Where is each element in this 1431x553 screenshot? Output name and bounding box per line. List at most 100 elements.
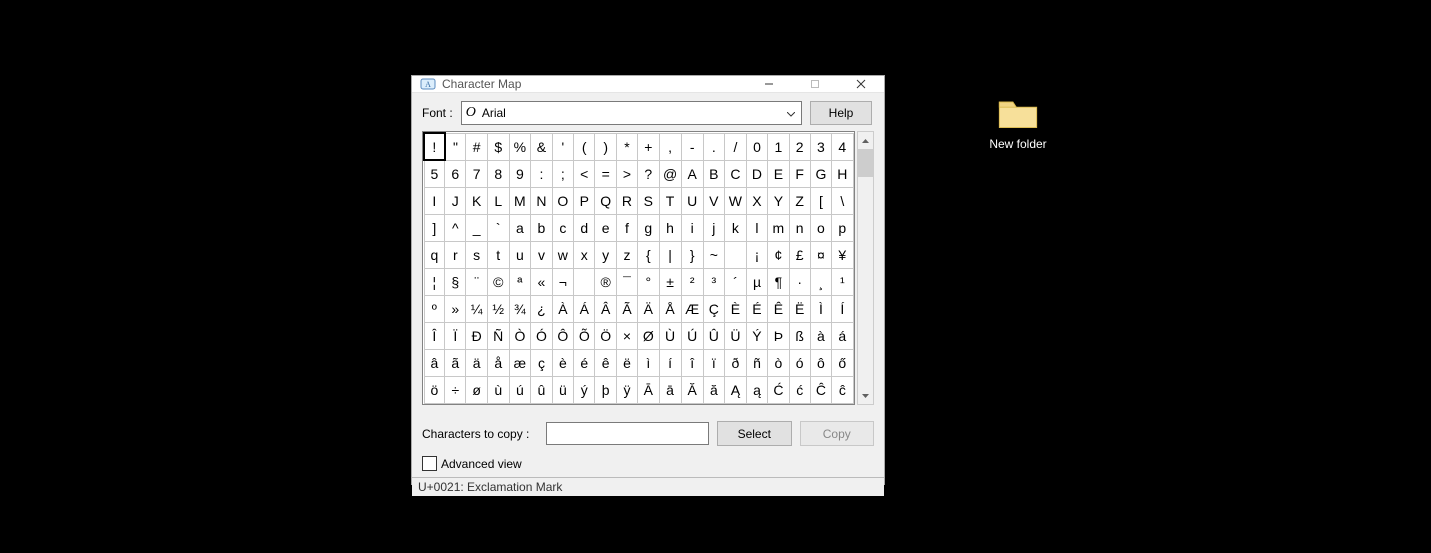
character-cell[interactable]: Ç bbox=[703, 296, 724, 323]
characters-to-copy-input[interactable] bbox=[546, 422, 709, 445]
character-cell[interactable]: ß bbox=[789, 323, 810, 350]
character-cell[interactable]: § bbox=[445, 269, 466, 296]
character-cell[interactable]: è bbox=[552, 350, 573, 377]
character-cell[interactable]: Ă bbox=[681, 377, 703, 404]
scroll-thumb[interactable] bbox=[858, 149, 874, 177]
help-button[interactable]: Help bbox=[810, 101, 872, 125]
character-cell[interactable]: b bbox=[531, 215, 552, 242]
copy-button[interactable]: Copy bbox=[800, 421, 875, 446]
character-cell[interactable]: S bbox=[638, 188, 659, 215]
character-cell[interactable]: ª bbox=[509, 269, 531, 296]
character-cell[interactable]: î bbox=[681, 350, 703, 377]
character-cell[interactable]: } bbox=[681, 242, 703, 269]
character-cell[interactable]: Ą bbox=[724, 377, 746, 404]
character-cell[interactable]: ¾ bbox=[509, 296, 531, 323]
character-cell[interactable]: Ð bbox=[466, 323, 488, 350]
character-cell[interactable]: Ï bbox=[445, 323, 466, 350]
character-cell[interactable]: > bbox=[616, 160, 637, 188]
character-cell[interactable]: M bbox=[509, 188, 531, 215]
character-cell[interactable]: $ bbox=[487, 133, 509, 160]
character-cell[interactable]: ¶ bbox=[768, 269, 790, 296]
maximize-button[interactable] bbox=[792, 76, 838, 92]
character-cell[interactable]: e bbox=[595, 215, 616, 242]
character-cell[interactable]: z bbox=[616, 242, 637, 269]
character-cell[interactable]: J bbox=[445, 188, 466, 215]
character-cell[interactable]: ¯ bbox=[616, 269, 637, 296]
character-cell[interactable]: â bbox=[424, 350, 445, 377]
character-cell[interactable]: ő bbox=[832, 350, 853, 377]
desktop-folder-icon[interactable]: New folder bbox=[980, 97, 1056, 151]
character-cell[interactable]: Q bbox=[595, 188, 616, 215]
character-cell[interactable]: \ bbox=[832, 188, 853, 215]
character-cell[interactable]: Ö bbox=[595, 323, 616, 350]
character-cell[interactable]: ĉ bbox=[832, 377, 853, 404]
character-cell[interactable]: ć bbox=[789, 377, 810, 404]
character-cell[interactable]: Ü bbox=[724, 323, 746, 350]
character-cell[interactable]: ä bbox=[466, 350, 488, 377]
character-cell[interactable]: ´ bbox=[724, 269, 746, 296]
character-cell[interactable]: Ø bbox=[638, 323, 659, 350]
character-cell[interactable]: D bbox=[746, 160, 767, 188]
character-cell[interactable]: ñ bbox=[746, 350, 767, 377]
character-cell[interactable]: ± bbox=[659, 269, 681, 296]
character-cell[interactable]: u bbox=[509, 242, 531, 269]
character-cell[interactable]: Ì bbox=[810, 296, 831, 323]
character-cell[interactable]: ¸ bbox=[810, 269, 831, 296]
character-cell[interactable]: é bbox=[574, 350, 595, 377]
grid-scrollbar[interactable] bbox=[857, 131, 875, 405]
character-cell[interactable] bbox=[724, 242, 746, 269]
character-cell[interactable]: 6 bbox=[445, 160, 466, 188]
character-cell[interactable]: A bbox=[681, 160, 703, 188]
character-cell[interactable]: l bbox=[746, 215, 767, 242]
character-cell[interactable]: © bbox=[487, 269, 509, 296]
character-cell[interactable]: o bbox=[810, 215, 831, 242]
character-cell[interactable]: Ô bbox=[552, 323, 573, 350]
character-cell[interactable]: U bbox=[681, 188, 703, 215]
character-cell[interactable]: Ò bbox=[509, 323, 531, 350]
character-cell[interactable]: ë bbox=[616, 350, 637, 377]
character-cell[interactable]: @ bbox=[659, 160, 681, 188]
character-cell[interactable]: ā bbox=[659, 377, 681, 404]
character-cell[interactable]: | bbox=[659, 242, 681, 269]
character-cell[interactable]: Ã bbox=[616, 296, 637, 323]
character-cell[interactable]: ¼ bbox=[466, 296, 488, 323]
character-cell[interactable]: ¨ bbox=[466, 269, 488, 296]
character-cell[interactable]: = bbox=[595, 160, 616, 188]
character-cell[interactable]: ô bbox=[810, 350, 831, 377]
character-cell[interactable]: à bbox=[810, 323, 831, 350]
character-cell[interactable]: 5 bbox=[424, 160, 445, 188]
character-cell[interactable]: , bbox=[659, 133, 681, 160]
character-cell[interactable]: ă bbox=[703, 377, 724, 404]
scroll-down-icon[interactable] bbox=[858, 387, 874, 404]
character-cell[interactable]: j bbox=[703, 215, 724, 242]
character-cell[interactable]: c bbox=[552, 215, 573, 242]
character-cell[interactable]: ] bbox=[424, 215, 445, 242]
character-cell[interactable]: ó bbox=[789, 350, 810, 377]
character-cell[interactable]: x bbox=[574, 242, 595, 269]
character-cell[interactable]: À bbox=[552, 296, 573, 323]
character-cell[interactable]: y bbox=[595, 242, 616, 269]
character-cell[interactable]: ø bbox=[466, 377, 488, 404]
character-cell[interactable]: % bbox=[509, 133, 531, 160]
character-cell[interactable]: þ bbox=[595, 377, 616, 404]
titlebar[interactable]: A Character Map bbox=[412, 76, 884, 93]
character-cell[interactable]: k bbox=[724, 215, 746, 242]
character-cell[interactable]: 7 bbox=[466, 160, 488, 188]
character-cell[interactable]: g bbox=[638, 215, 659, 242]
character-cell[interactable]: ð bbox=[724, 350, 746, 377]
character-cell[interactable]: ¢ bbox=[768, 242, 790, 269]
character-cell[interactable]: T bbox=[659, 188, 681, 215]
character-cell[interactable]: ° bbox=[638, 269, 659, 296]
minimize-button[interactable] bbox=[746, 76, 792, 92]
character-cell[interactable]: Ć bbox=[768, 377, 790, 404]
character-cell[interactable]: & bbox=[531, 133, 552, 160]
character-cell[interactable]: Z bbox=[789, 188, 810, 215]
character-cell[interactable]: O bbox=[552, 188, 573, 215]
font-dropdown[interactable]: O Arial bbox=[461, 101, 802, 125]
character-cell[interactable]: ^ bbox=[445, 215, 466, 242]
character-cell[interactable]: ® bbox=[595, 269, 616, 296]
character-cell[interactable]: m bbox=[768, 215, 790, 242]
character-cell[interactable]: ¦ bbox=[424, 269, 445, 296]
character-cell[interactable]: Þ bbox=[768, 323, 790, 350]
character-cell[interactable]: ) bbox=[595, 133, 616, 160]
